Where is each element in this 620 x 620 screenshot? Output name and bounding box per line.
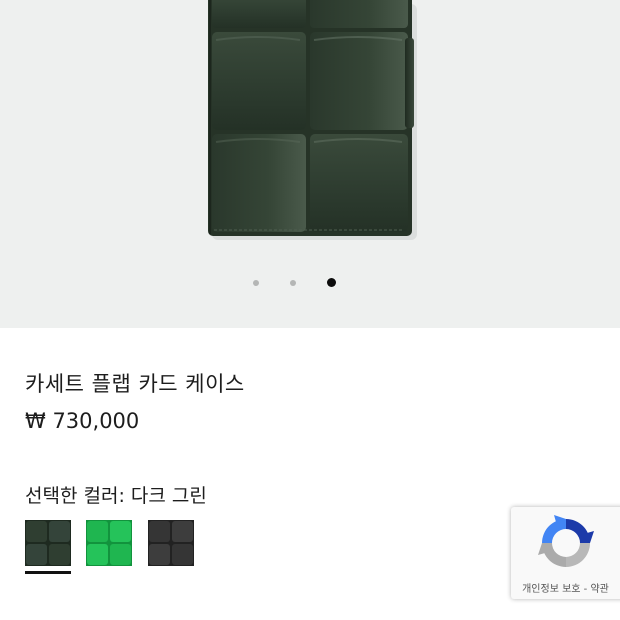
product-image-carousel[interactable] <box>0 0 620 328</box>
carousel-dot-3-active[interactable] <box>327 278 336 287</box>
selected-color-label: 선택한 컬러: 다크 그린 <box>25 485 207 507</box>
product-price: ₩ 730,000 <box>25 409 140 433</box>
recaptcha-links: 개인정보 보호 - 약관 <box>511 580 620 595</box>
product-title: 카세트 플랩 카드 케이스 <box>25 372 245 396</box>
swatch-dark-green-image <box>25 520 71 566</box>
recaptcha-terms-link[interactable]: 약관 <box>590 584 608 595</box>
swatch-dark-green[interactable] <box>25 520 71 566</box>
swatch-black[interactable] <box>148 520 194 566</box>
recaptcha-privacy-link[interactable]: 개인정보 보호 <box>522 584 580 595</box>
carousel-dot-2[interactable] <box>290 280 296 286</box>
recaptcha-logo-icon <box>538 515 594 567</box>
swatch-bright-green[interactable] <box>86 520 132 566</box>
recaptcha-badge[interactable]: 개인정보 보호 - 약관 <box>511 507 620 599</box>
recaptcha-separator: - <box>580 584 591 595</box>
carousel-dot-1[interactable] <box>253 280 259 286</box>
product-page: 카세트 플랩 카드 케이스 ₩ 730,000 선택한 컬러: 다크 그린 개인… <box>0 0 620 620</box>
selected-swatch-indicator <box>25 571 71 574</box>
carousel-pagination <box>0 276 620 288</box>
swatch-black-image <box>148 520 194 566</box>
swatch-bright-green-image <box>86 520 132 566</box>
